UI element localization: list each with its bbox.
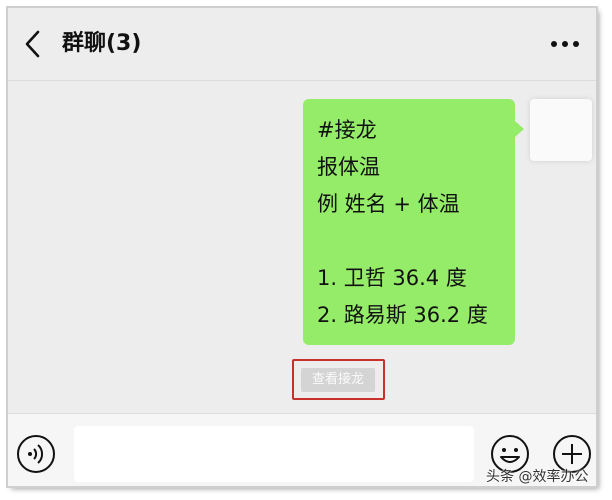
message-input[interactable] [74, 426, 474, 482]
chevron-left-icon[interactable] [22, 28, 44, 60]
bubble-tail [515, 121, 524, 137]
phone-screen: 群聊(3) #接龙 报体温 例 姓名 + 体温 1. 卫哲 36.4 度 2. … [8, 8, 596, 486]
message-line [317, 223, 515, 260]
message-line: 报体温 [317, 155, 380, 179]
chat-area: #接龙 报体温 例 姓名 + 体温 1. 卫哲 36.4 度 2. 路易斯 36… [8, 81, 596, 411]
message-line: 1. 卫哲 36.4 度 [317, 266, 467, 290]
page-title: 群聊(3) [62, 31, 142, 56]
avatar[interactable] [530, 99, 592, 161]
view-solitaire-button[interactable]: 查看接龙 [301, 368, 375, 392]
message-bubble[interactable]: #接龙 报体温 例 姓名 + 体温 1. 卫哲 36.4 度 2. 路易斯 36… [303, 99, 515, 345]
message-line: 例 姓名 + 体温 [317, 192, 460, 216]
watermark: 头条 @效率办公 [486, 469, 589, 485]
chat-header: 群聊(3) [8, 8, 596, 81]
message-line: #接龙 [317, 118, 377, 142]
voice-icon[interactable] [16, 434, 56, 474]
ellipsis-icon[interactable] [548, 34, 582, 54]
message-line: 2. 路易斯 36.2 度 [317, 303, 488, 327]
